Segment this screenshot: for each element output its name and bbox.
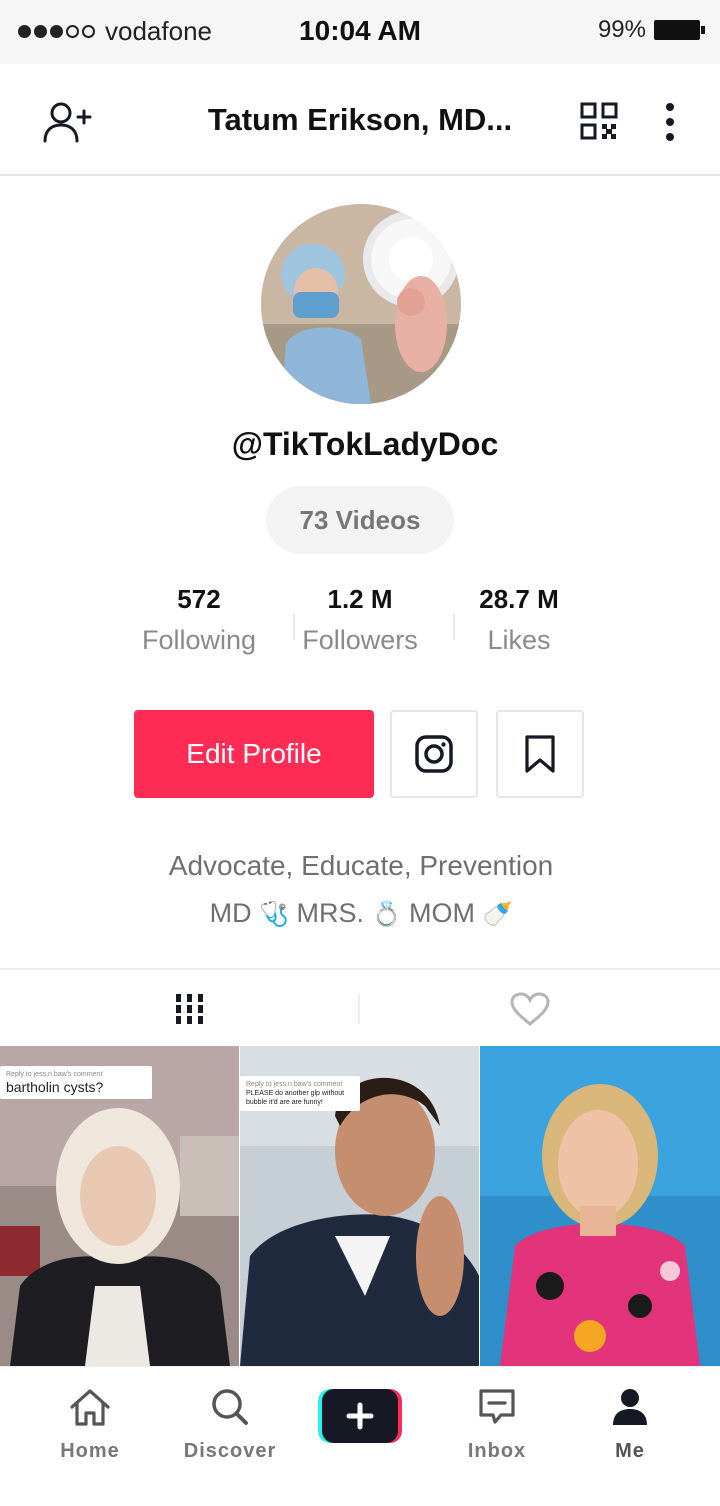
video-caption-box: Reply to jess.n.baw's comment bartholin … xyxy=(0,1066,152,1099)
bio-line-2: MD 🩺 MRS. 💍 MOM 🍼 xyxy=(0,898,720,929)
battery-icon xyxy=(654,20,705,40)
nav-inbox[interactable]: Inbox xyxy=(437,1387,557,1463)
ring-emoji: 💍 xyxy=(371,901,402,928)
bio-md: MD xyxy=(209,898,252,928)
content-tabs xyxy=(0,968,720,1048)
stethoscope-emoji: 🩺 xyxy=(259,901,290,928)
tab-videos[interactable] xyxy=(10,970,370,1048)
video-caption-reply: Reply to jess.n.baw's comment xyxy=(246,1081,343,1088)
instagram-button[interactable] xyxy=(390,710,478,798)
search-icon xyxy=(212,1389,248,1425)
stat-followers-value: 1.2 M xyxy=(327,584,393,614)
bottom-nav: Home Discover Inbox Me xyxy=(0,1366,720,1506)
stat-likes-label: Likes xyxy=(487,625,551,655)
instagram-icon xyxy=(415,735,453,773)
stat-likes[interactable]: 28.7 M Likes xyxy=(439,584,599,656)
stat-following[interactable]: 572 Following xyxy=(119,584,279,656)
qr-code-icon[interactable] xyxy=(580,102,618,140)
stat-followers[interactable]: 1.2 M Followers xyxy=(280,584,440,656)
nav-discover-label: Discover xyxy=(183,1440,277,1462)
nav-inbox-label: Inbox xyxy=(467,1440,527,1462)
username: @TikTokLadyDoc xyxy=(231,426,499,462)
bookmark-icon xyxy=(525,735,555,773)
favorites-button[interactable] xyxy=(496,710,584,798)
edit-profile-button[interactable]: Edit Profile xyxy=(134,710,374,798)
status-bar: vodafone 10:04 AM 99% xyxy=(0,0,720,64)
nav-home-label: Home xyxy=(60,1440,120,1462)
tab-liked[interactable] xyxy=(350,970,710,1048)
battery-status: 99% xyxy=(597,16,705,44)
bottle-emoji: 🍼 xyxy=(482,901,513,928)
video-thumbnail[interactable]: Reply to jess.n.baw's comment bartholin … xyxy=(0,1046,239,1366)
add-user-icon[interactable] xyxy=(42,100,94,144)
nav-discover[interactable]: Discover xyxy=(170,1387,290,1463)
grid-icon xyxy=(176,994,203,1024)
stat-following-label: Following xyxy=(141,625,257,655)
nav-me-label: Me xyxy=(615,1440,645,1462)
video-caption: bartholin cysts? xyxy=(6,1079,104,1095)
create-video-button[interactable] xyxy=(318,1389,402,1443)
inbox-icon xyxy=(479,1389,515,1424)
nav-home[interactable]: Home xyxy=(30,1387,150,1463)
video-grid: Reply to jess.n.baw's comment bartholin … xyxy=(0,1046,720,1366)
video-thumbnail[interactable] xyxy=(480,1046,720,1366)
bio-mrs: MRS. xyxy=(296,898,365,928)
nav-me[interactable]: Me xyxy=(570,1387,690,1463)
battery-percent: 99% xyxy=(597,16,646,43)
stat-followers-label: Followers xyxy=(302,625,418,655)
heart-icon xyxy=(510,992,550,1026)
video-caption: PLEASE do another glp without bubble it'… xyxy=(246,1090,345,1106)
video-caption-reply: Reply to jess.n.baw's comment xyxy=(6,1071,103,1078)
bio-line-1: Advocate, Educate, Prevention xyxy=(168,850,554,881)
home-icon xyxy=(70,1389,110,1426)
video-caption-box: Reply to jess.n.baw's comment PLEASE do … xyxy=(240,1076,360,1111)
stat-following-value: 572 xyxy=(177,584,221,614)
more-vertical-icon[interactable] xyxy=(652,100,688,144)
video-thumbnail[interactable]: Reply to jess.n.baw's comment PLEASE do … xyxy=(240,1046,479,1366)
videos-count-pill[interactable]: 73 Videos xyxy=(266,486,454,554)
page-title: Tatum Erikson, MD... xyxy=(207,102,513,137)
bio-mom: MOM xyxy=(408,898,475,928)
avatar[interactable] xyxy=(261,204,461,404)
stat-likes-value: 28.7 M xyxy=(479,584,559,614)
profile-header: Tatum Erikson, MD... xyxy=(0,64,720,176)
profile-icon xyxy=(613,1389,647,1425)
